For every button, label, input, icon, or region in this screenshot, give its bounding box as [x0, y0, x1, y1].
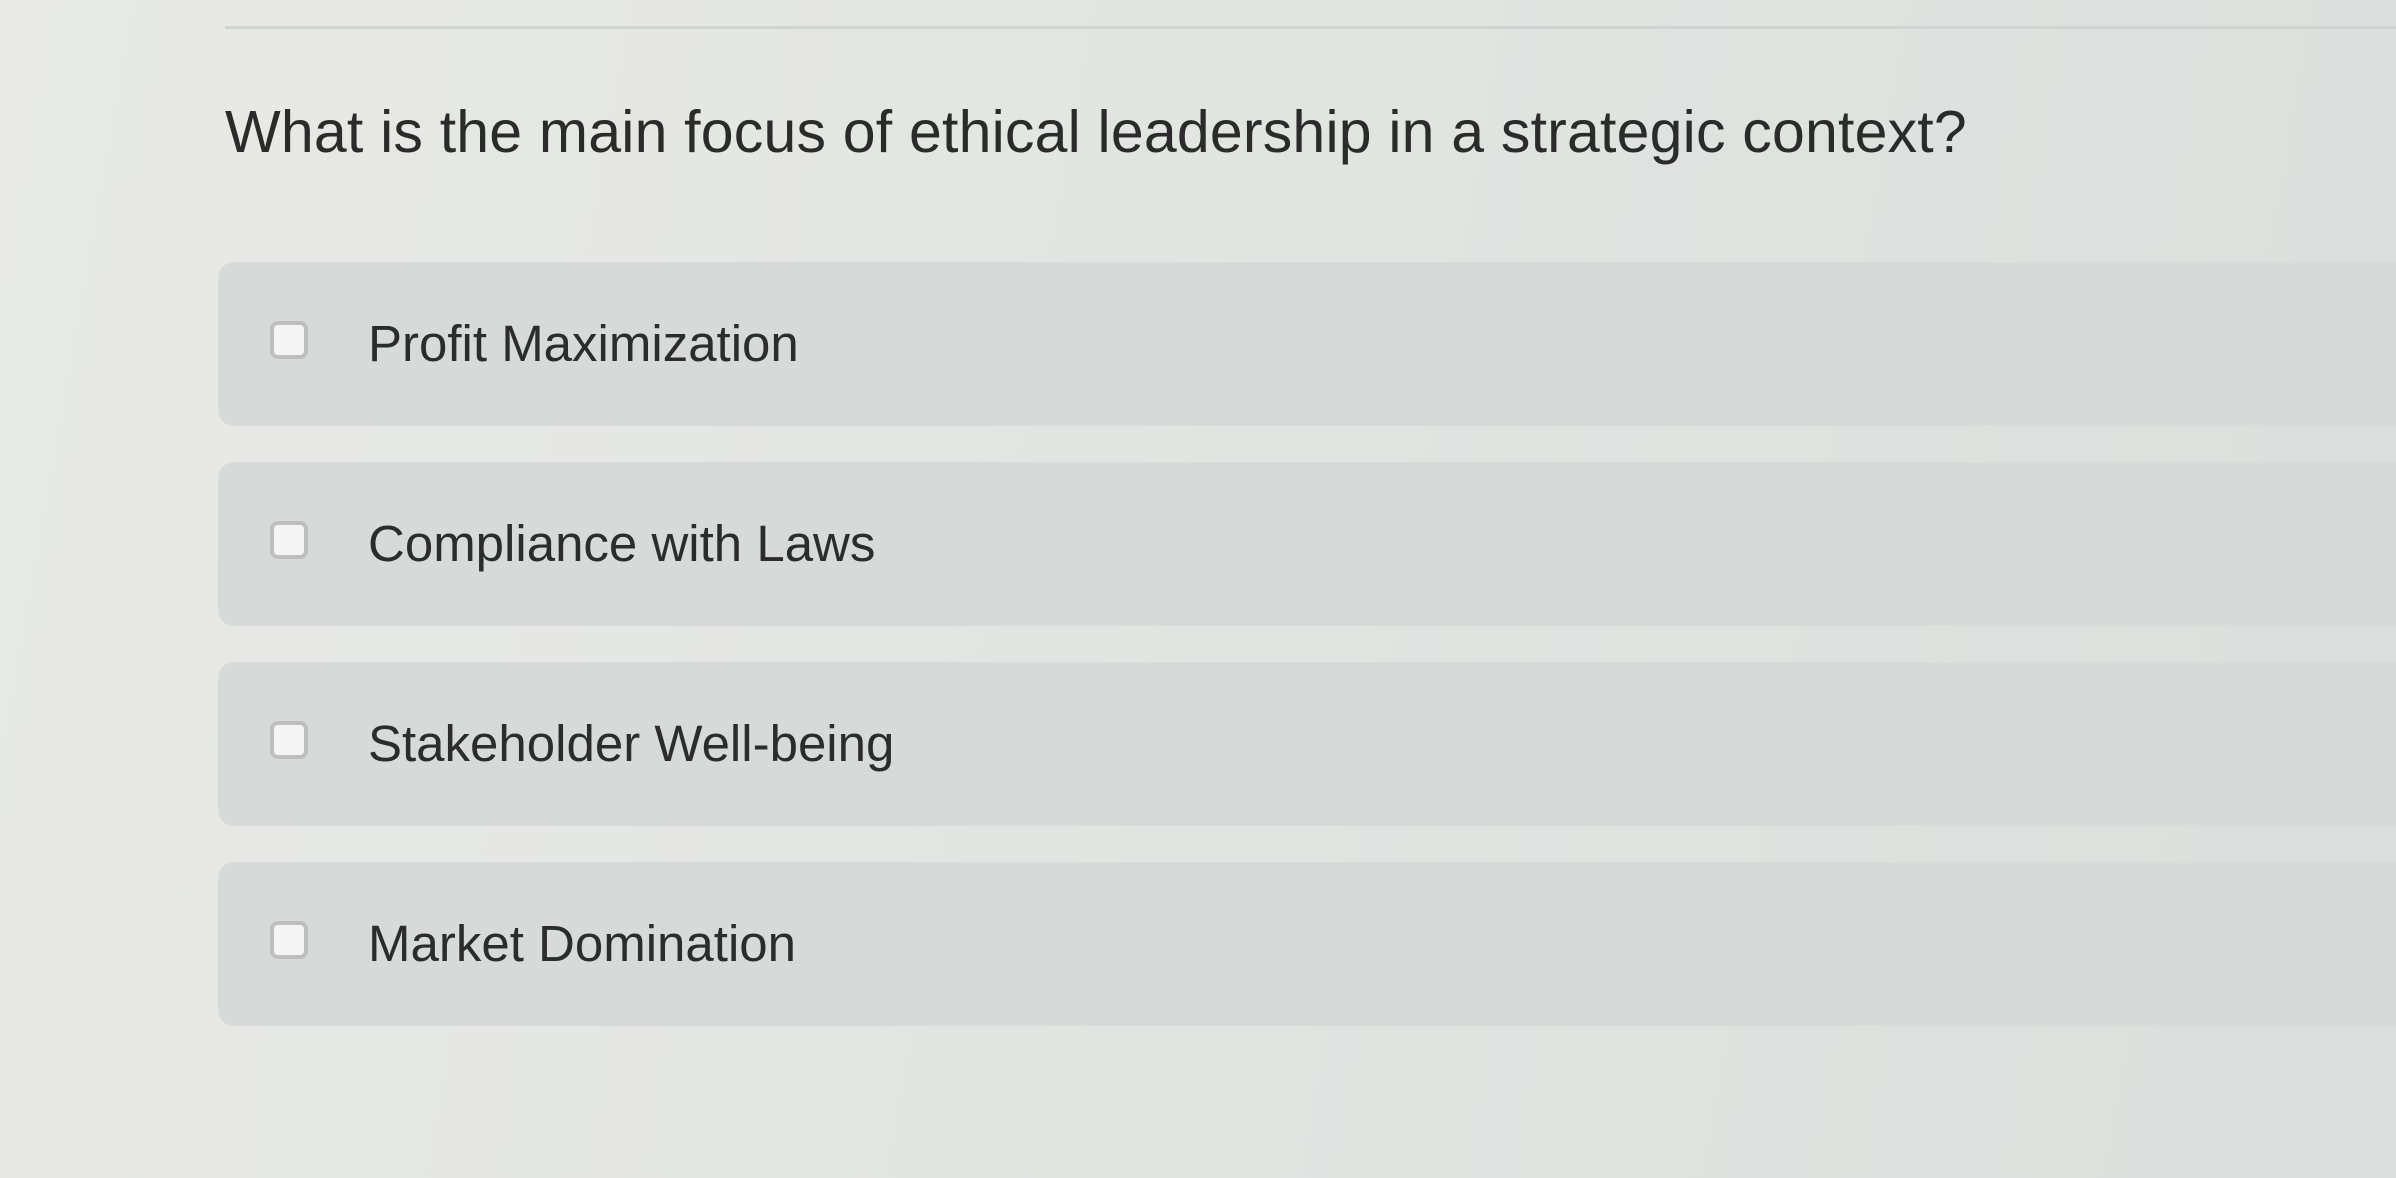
option-checkbox[interactable] [270, 921, 308, 959]
option-profit-maximization[interactable]: Profit Maximization [218, 262, 2396, 426]
option-label: Stakeholder Well-being [368, 715, 895, 772]
option-label: Compliance with Laws [368, 515, 876, 572]
option-stakeholder-well-being[interactable]: Stakeholder Well-being [218, 662, 2396, 826]
option-market-domination[interactable]: Market Domination [218, 862, 2396, 1026]
top-divider [225, 26, 2396, 29]
answer-options: Profit Maximization Compliance with Laws… [218, 262, 2396, 1062]
option-checkbox[interactable] [270, 521, 308, 559]
option-checkbox[interactable] [270, 321, 308, 359]
option-compliance-with-laws[interactable]: Compliance with Laws [218, 462, 2396, 626]
question-text: What is the main focus of ethical leader… [225, 99, 1967, 165]
option-label: Market Domination [368, 915, 796, 972]
option-checkbox[interactable] [270, 721, 308, 759]
quiz-page: What is the main focus of ethical leader… [0, 0, 2396, 1178]
option-label: Profit Maximization [368, 315, 799, 372]
